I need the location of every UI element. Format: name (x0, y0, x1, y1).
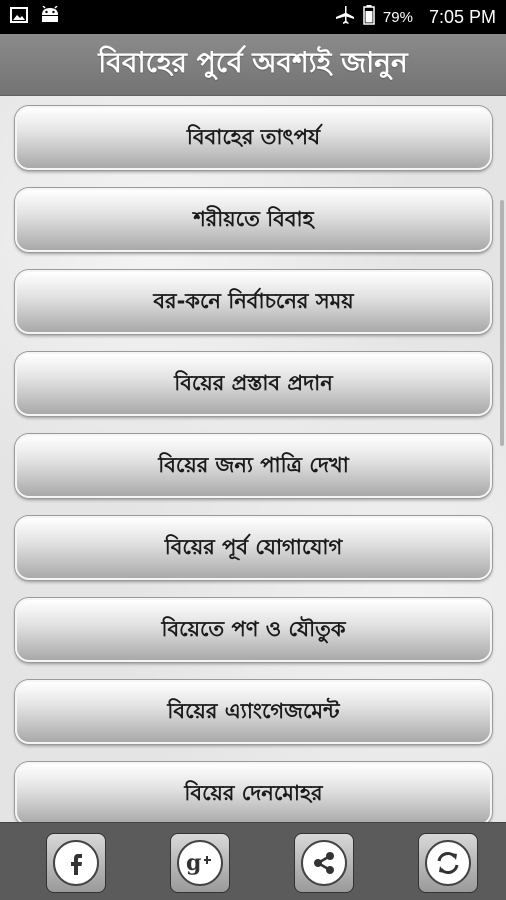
status-time: 7:05 PM (428, 6, 496, 27)
battery-percentage: 79% (382, 8, 413, 26)
menu-button-5[interactable]: বিয়ের জন্য পাত্রি দেখা (15, 434, 492, 498)
facebook-icon (53, 840, 99, 886)
menu-button-label: বিয়ের প্রস্তাব প্রদান (174, 370, 333, 395)
menu-button-label: বর-কনে নির্বাচনের সময় (153, 288, 354, 313)
menu-button-label: বিয়ের পূর্ব যোগাযোগ (164, 534, 343, 559)
menu-button-2[interactable]: শরীয়তে বিবাহ (15, 188, 492, 252)
menu-button-label: বিয়ের দেনমোহর (184, 780, 323, 805)
menu-button-3[interactable]: বর-কনে নির্বাচনের সময় (15, 270, 492, 334)
bottom-bar: g (0, 822, 506, 900)
image-icon (10, 6, 28, 28)
menu-button-label: শরীয়তে বিবাহ (193, 206, 314, 231)
menu-button-1[interactable]: বিবাহের তাৎপর্য (15, 106, 492, 170)
svg-text:g: g (186, 850, 201, 876)
menu-button-label: বিয়েতে পণ ও যৌতুক (161, 616, 346, 641)
android-icon (40, 4, 60, 29)
google-plus-button[interactable]: g (170, 833, 230, 893)
scrollbar[interactable] (500, 200, 504, 446)
menu-button-label: বিয়ের জন্য পাত্রি দেখা (158, 452, 349, 477)
menu-button-8[interactable]: বিয়ের এ্যাংগেজমেন্ট (15, 680, 492, 744)
share-icon (301, 840, 347, 886)
refresh-button[interactable] (418, 833, 478, 893)
facebook-button[interactable] (46, 833, 106, 893)
battery-icon (363, 4, 375, 30)
refresh-icon (425, 840, 471, 886)
menu-button-6[interactable]: বিয়ের পূর্ব যোগাযোগ (15, 516, 492, 580)
app-title: বিবাহের পুর্বে অবশ্যই জানুন (98, 46, 408, 79)
status-bar: 79% 7:05 PM (0, 0, 506, 34)
google-plus-icon: g (177, 840, 223, 886)
menu-button-7[interactable]: বিয়েতে পণ ও যৌতুক (15, 598, 492, 662)
app-bar: বিবাহের পুর্বে অবশ্যই জানুন (0, 34, 506, 96)
menu-button-9[interactable]: বিয়ের দেনমোহর (15, 762, 492, 822)
menu-content[interactable]: বিবাহের তাৎপর্য শরীয়তে বিবাহ বর-কনে নির… (0, 96, 506, 822)
menu-button-4[interactable]: বিয়ের প্রস্তাব প্রদান (15, 352, 492, 416)
share-button[interactable] (294, 833, 354, 893)
menu-button-label: বিয়ের এ্যাংগেজমেন্ট (167, 698, 340, 723)
menu-button-label: বিবাহের তাৎপর্য (186, 124, 321, 149)
airplane-mode-icon (335, 5, 355, 30)
